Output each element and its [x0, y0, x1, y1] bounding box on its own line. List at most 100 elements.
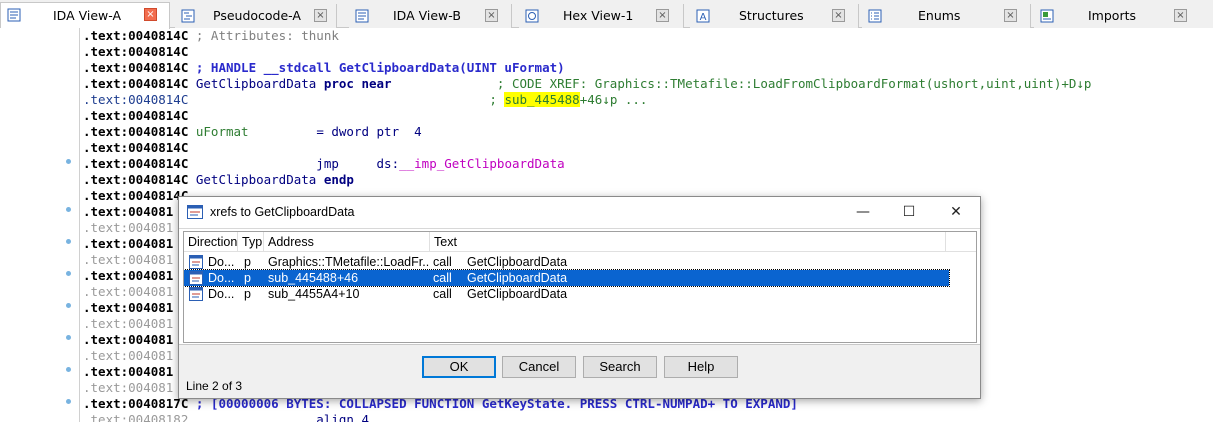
help-button[interactable]: Help — [664, 356, 738, 378]
hex-view-icon — [525, 9, 539, 23]
dialog-titlebar[interactable]: xrefs to GetClipboardData — ☐ ✕ — [179, 197, 980, 228]
xref-row-icon — [189, 287, 203, 301]
table-row[interactable]: Do... p Graphics::TMetafile::LoadFr... c… — [184, 254, 949, 270]
close-icon[interactable]: × — [1004, 9, 1017, 22]
import-target[interactable]: __imp_GetClipboardData — [399, 156, 565, 171]
line-address: .text:004081 — [83, 204, 174, 219]
listing-line[interactable]: .text:00408182 align 4 — [83, 412, 369, 422]
tab-hex-view-1[interactable]: Hex View-1 × — [519, 4, 684, 28]
tab-ida-view-a[interactable]: IDA View-A × — [0, 2, 170, 29]
close-icon[interactable]: × — [144, 8, 157, 21]
line-address: .text:00408182 — [83, 412, 189, 422]
listing-line[interactable]: .text:0040814C GetClipboardData endp — [83, 172, 354, 188]
column-header-address[interactable]: Address — [264, 232, 430, 252]
xrefs-table[interactable]: Direction Typ Address Text Do... p Graph… — [183, 231, 977, 343]
function-name[interactable]: GetClipboardData — [188, 76, 316, 91]
xref-suffix[interactable]: +46↓p ... — [580, 92, 648, 107]
listing-line[interactable]: .text:0040814C — [83, 188, 188, 204]
function-name[interactable]: GetClipboardData — [188, 172, 316, 187]
table-row[interactable]: Do... p sub_4455A4+10 call GetClipboardD… — [184, 286, 949, 302]
spacing — [188, 412, 316, 422]
spacing — [188, 156, 316, 171]
table-row[interactable]: Do... p sub_445488+46 call GetClipboardD… — [184, 269, 950, 287]
listing-line[interactable]: .text:004081 — [83, 380, 173, 396]
maximize-icon[interactable]: ☐ — [886, 197, 932, 228]
breakpoint-dot-icon — [66, 159, 71, 164]
column-header-text[interactable]: Text — [430, 232, 946, 252]
listing-line[interactable]: .text:004081 — [83, 316, 173, 332]
listing-line[interactable]: .text:004081 — [83, 236, 173, 252]
listing-line[interactable]: .text:0040814C — [83, 140, 188, 156]
table-header: Direction Typ Address Text — [184, 232, 976, 252]
line-address: .text:0040814C — [83, 124, 189, 139]
dialog-title: xrefs to GetClipboardData — [210, 205, 355, 219]
row-address: sub_4455A4+10 — [268, 287, 360, 301]
search-button[interactable]: Search — [583, 356, 657, 378]
close-icon[interactable]: × — [485, 9, 498, 22]
tab-pseudocode-a[interactable]: Pseudocode-A × — [175, 4, 337, 28]
tab-imports[interactable]: Imports × — [1034, 4, 1213, 28]
listing-line[interactable]: .text:0040814C — [83, 44, 188, 60]
listing-line[interactable]: .text:004081 — [83, 348, 173, 364]
line-address: .text:004081 — [83, 220, 174, 235]
listing-line[interactable]: .text:0040814C — [83, 108, 188, 124]
listing-line[interactable]: .text:0040814C ; HANDLE __stdcall GetCli… — [83, 60, 565, 76]
tab-enums[interactable]: Enums × — [862, 4, 1031, 28]
close-icon[interactable]: × — [1174, 9, 1187, 22]
arrows-gutter — [0, 28, 80, 422]
highlighted-xref[interactable]: sub_445488 — [504, 92, 580, 107]
listing-line[interactable]: .text:0040814C uFormat = dword ptr 4 — [83, 124, 422, 140]
spacing — [339, 156, 377, 171]
line-address: .text:0040814C — [83, 108, 189, 123]
tab-structures[interactable]: A Structures × — [690, 4, 859, 28]
xref-row-icon — [189, 255, 203, 269]
close-icon[interactable]: × — [656, 9, 669, 22]
column-header-type[interactable]: Typ — [238, 232, 264, 252]
segment-prefix: ds: — [376, 156, 400, 171]
listing-line[interactable]: .text:004081 — [83, 220, 173, 236]
listing-line[interactable]: .text:0040814C ; sub_445488+46↓p ... — [83, 92, 647, 108]
tab-label: Pseudocode-A — [213, 8, 301, 23]
line-address: .text:004081 — [83, 380, 174, 395]
structures-icon: A — [696, 9, 710, 23]
xrefs-dialog: xrefs to GetClipboardData — ☐ ✕ Directio… — [178, 196, 981, 399]
enums-icon — [868, 9, 882, 23]
close-icon[interactable]: × — [314, 9, 327, 22]
ok-button[interactable]: OK — [422, 356, 496, 378]
listing-line[interactable]: .text:004081 — [83, 204, 173, 220]
tab-ida-view-b[interactable]: IDA View-B × — [349, 4, 512, 28]
minimize-icon[interactable]: — — [840, 197, 886, 228]
row-text-target: GetClipboardData — [467, 255, 568, 269]
line-address: .text:004081 — [83, 300, 174, 315]
spacing — [188, 92, 489, 107]
listing-line[interactable]: .text:0040814C ; Attributes: thunk — [83, 28, 339, 44]
tab-label: Structures — [739, 8, 804, 23]
listing-line[interactable]: .text:004081 — [83, 268, 173, 284]
argument-definition: = dword ptr 4 — [316, 124, 422, 139]
prototype-comment: ; HANDLE __stdcall GetClipboardData(UINT… — [188, 60, 565, 75]
close-icon[interactable]: × — [832, 9, 845, 22]
listing-line[interactable]: .text:004081 — [83, 332, 173, 348]
column-header-direction[interactable]: Direction — [184, 232, 238, 252]
tab-label: Hex View-1 — [563, 8, 634, 23]
close-icon[interactable]: ✕ — [933, 197, 979, 228]
listing-line[interactable]: .text:0040814C GetClipboardData proc nea… — [83, 76, 1091, 92]
row-text-op: call — [433, 287, 452, 301]
tab-bar: IDA View-A × Pseudocode-A × IDA View-B ×… — [0, 0, 1213, 29]
argument-name[interactable]: uFormat — [188, 124, 249, 139]
line-address: .text:004081 — [83, 236, 174, 251]
listing-line[interactable]: .text:004081 — [83, 364, 173, 380]
row-address: Graphics::TMetafile::LoadFr... — [268, 255, 430, 269]
listing-line[interactable]: .text:004081 — [83, 252, 173, 268]
tab-label: Imports — [1088, 8, 1136, 23]
line-address: .text:0040814C — [83, 156, 189, 171]
listing-line[interactable]: .text:004081 — [83, 300, 173, 316]
tab-label: Enums — [918, 8, 961, 23]
cancel-button[interactable]: Cancel — [502, 356, 576, 378]
comment-text: ; Attributes: thunk — [188, 28, 339, 43]
row-text-op: call — [433, 271, 452, 285]
code-xref-comment[interactable]: ; CODE XREF: Graphics::TMetafile::LoadFr… — [497, 76, 1092, 91]
listing-line[interactable]: .text:0040814C jmp ds:__imp_GetClipboard… — [83, 156, 565, 172]
listing-line[interactable]: .text:004081 — [83, 284, 173, 300]
row-address: sub_445488+46 — [268, 271, 359, 285]
